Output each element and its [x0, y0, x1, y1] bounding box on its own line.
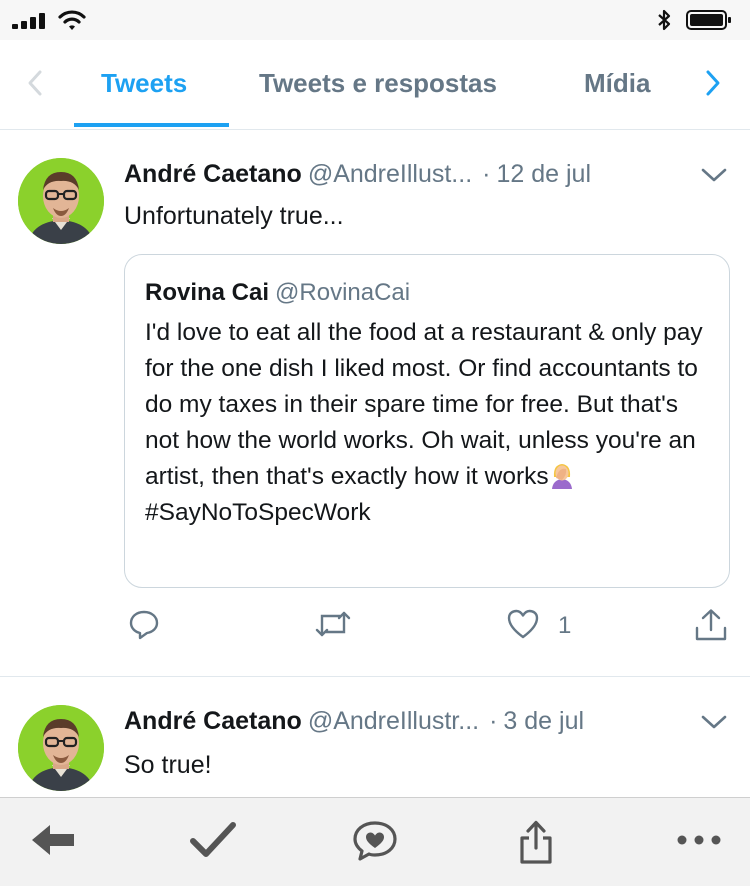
share-icon[interactable]	[694, 608, 728, 642]
hashtag-link[interactable]: #SayNoToSpecWork	[145, 499, 371, 526]
avatar[interactable]	[18, 158, 104, 244]
retweet-icon[interactable]	[314, 608, 352, 640]
like-count: 1	[558, 612, 572, 639]
tweet-date[interactable]: 12 de jul	[496, 160, 591, 188]
quoted-tweet-header: Rovina Cai @RovinaCai	[145, 279, 410, 307]
tab-midia[interactable]: Mídia	[584, 68, 650, 99]
separator-dot: ·	[489, 707, 498, 735]
author-name[interactable]: André Caetano	[124, 707, 302, 735]
chevron-down-icon[interactable]	[700, 713, 728, 731]
battery-icon	[686, 10, 731, 30]
separator-dot: ·	[482, 160, 491, 188]
tweet-header: André Caetano @AndreIllust... · 12 de jul	[124, 160, 591, 189]
quoted-author-handle: @RovinaCai	[275, 279, 411, 306]
tweet-header: André Caetano @AndreIllustr... · 3 de jul	[124, 707, 584, 736]
signal-icon	[12, 13, 52, 29]
tab-tweets[interactable]: Tweets	[101, 68, 187, 99]
author-handle[interactable]: @AndreIllustr...	[308, 707, 479, 735]
bluetooth-icon	[658, 9, 671, 31]
chat-heart-icon[interactable]	[352, 820, 398, 862]
more-icon[interactable]	[676, 834, 722, 846]
reply-icon[interactable]	[128, 608, 160, 640]
checkmark-icon[interactable]	[190, 820, 236, 860]
chevron-right-icon[interactable]	[702, 68, 724, 98]
tweet[interactable]: André Caetano @AndreIllust... · 12 de jul U…	[0, 130, 750, 677]
quoted-author-name: Rovina Cai	[145, 279, 270, 306]
quoted-tweet-text: I'd love to eat all the food at a restau…	[145, 315, 711, 531]
share-icon[interactable]	[518, 820, 554, 864]
author-name[interactable]: André Caetano	[124, 160, 302, 188]
quoted-tweet[interactable]: Rovina Cai @RovinaCai I'd love to eat all…	[124, 254, 730, 588]
tab-tweets-e-respostas[interactable]: Tweets e respostas	[259, 68, 497, 99]
quoted-tweet-body: I'd love to eat all the food at a restau…	[145, 319, 703, 490]
profile-tab-bar: Tweets Tweets e respostas Mídia	[0, 40, 750, 130]
avatar[interactable]	[18, 705, 104, 791]
tweet[interactable]: André Caetano @AndreIllustr... · 3 de jul S…	[0, 677, 750, 797]
active-tab-indicator	[74, 123, 229, 127]
tweet-text: So true!	[124, 751, 212, 779]
bottom-toolbar	[0, 797, 750, 886]
chevron-left-icon[interactable]	[24, 68, 46, 98]
status-bar	[0, 0, 750, 40]
like-heart-icon[interactable]	[506, 608, 540, 640]
author-handle[interactable]: @AndreIllust...	[308, 160, 472, 188]
wifi-icon	[58, 10, 86, 30]
tweet-actions: 1	[0, 608, 750, 648]
tweet-text: Unfortunately true...	[124, 202, 344, 230]
back-arrow-icon[interactable]	[30, 820, 76, 860]
facepalm-emoji-icon	[551, 464, 572, 489]
chevron-down-icon[interactable]	[700, 166, 728, 184]
tweet-date[interactable]: 3 de jul	[503, 707, 584, 735]
